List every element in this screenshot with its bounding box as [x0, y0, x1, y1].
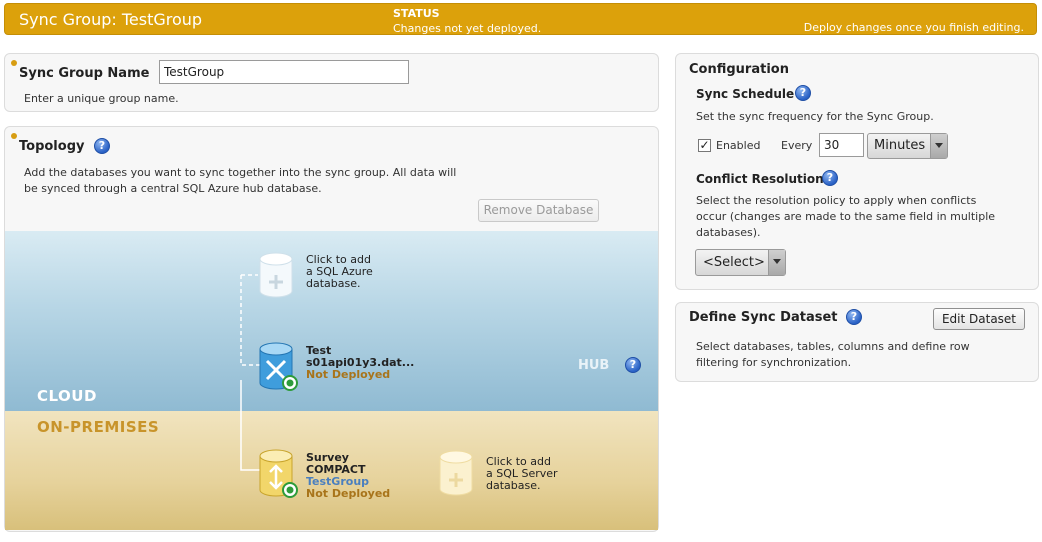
- chevron-down-icon: [768, 250, 785, 275]
- hub-database-status: Not Deployed: [306, 368, 391, 381]
- topology-description: Add the databases you want to sync toget…: [24, 165, 474, 197]
- sync-dataset-panel: Define Sync Dataset ? Edit Dataset Selec…: [675, 302, 1039, 382]
- group-name-label: Sync Group Name: [19, 66, 150, 81]
- conflict-desc-line: databases).: [696, 226, 761, 239]
- topology-description-line: be synced through a central SQL Azure hu…: [24, 182, 322, 195]
- frequency-unit-select[interactable]: Minutes: [867, 133, 948, 159]
- sync-schedule-desc: Set the sync frequency for the Sync Grou…: [696, 110, 934, 123]
- hub-label: HUB: [578, 358, 610, 373]
- add-sqlserver-label: Click to add a SQL Server database.: [486, 456, 558, 492]
- enabled-label: Enabled: [716, 139, 761, 152]
- edit-dataset-button[interactable]: Edit Dataset: [933, 308, 1025, 330]
- sync-schedule-title: Sync Schedule: [696, 87, 795, 101]
- chevron-down-icon: [930, 134, 947, 158]
- add-azure-database[interactable]: [258, 251, 294, 303]
- every-label: Every: [781, 139, 813, 152]
- schedule-help-icon[interactable]: ?: [795, 85, 811, 101]
- add-sqlserver-database[interactable]: [438, 449, 474, 501]
- every-value-input[interactable]: [819, 133, 864, 157]
- conflict-desc-line: Select the resolution policy to apply wh…: [696, 194, 977, 207]
- sync-dataset-title: Define Sync Dataset: [689, 310, 838, 325]
- conflict-resolution-select[interactable]: <Select>: [695, 249, 786, 276]
- conflict-desc-line: occur (changes are made to the same fiel…: [696, 210, 996, 223]
- remove-database-button[interactable]: Remove Database: [478, 199, 599, 222]
- status-hint: Deploy changes once you finish editing.: [803, 21, 1024, 34]
- status-label: STATUS: [393, 7, 440, 20]
- add-azure-label: Click to add a SQL Azure database.: [306, 254, 373, 290]
- hub-help-icon[interactable]: ?: [625, 357, 641, 373]
- member-database-status: Not Deployed: [306, 487, 391, 500]
- add-database-icon: [259, 252, 293, 298]
- topology-help-icon[interactable]: ?: [94, 138, 110, 154]
- hub-database-label: Test s01api01y3.dat... Not Deployed: [306, 345, 414, 381]
- frequency-unit-value: Minutes: [874, 138, 926, 153]
- enabled-checkbox[interactable]: ✓: [698, 139, 711, 152]
- topology-description-line: Add the databases you want to sync toget…: [24, 166, 457, 179]
- add-database-icon: [439, 450, 473, 496]
- sync-dataset-desc-line: filtering for synchronization.: [696, 356, 852, 369]
- configuration-panel: Configuration Sync Schedule ? Set the sy…: [675, 53, 1039, 290]
- member-database[interactable]: [258, 448, 298, 504]
- section-bullet-icon: [11, 60, 17, 66]
- member-database-icon: [259, 449, 298, 498]
- add-sqlserver-label-line: database.: [486, 479, 541, 492]
- add-azure-label-line: database.: [306, 277, 361, 290]
- conflict-resolution-title: Conflict Resolution: [696, 172, 824, 186]
- status-text: Changes not yet deployed.: [393, 22, 542, 35]
- conflict-resolution-value: <Select>: [703, 255, 765, 270]
- member-database-label: Survey COMPACT TestGroup Not Deployed: [306, 452, 390, 500]
- page-title: Sync Group: TestGroup: [19, 10, 203, 29]
- cloud-label: CLOUD: [37, 387, 97, 405]
- group-name-hint: Enter a unique group name.: [24, 92, 179, 105]
- dataset-help-icon[interactable]: ?: [846, 309, 862, 325]
- onprem-label: ON-PREMISES: [37, 418, 160, 436]
- conflict-resolution-desc: Select the resolution policy to apply wh…: [696, 193, 995, 241]
- topology-title: Topology: [19, 139, 85, 154]
- sync-dataset-desc: Select databases, tables, columns and de…: [696, 339, 970, 371]
- sync-dataset-desc-line: Select databases, tables, columns and de…: [696, 340, 970, 353]
- group-name-panel: Sync Group Name Enter a unique group nam…: [4, 53, 659, 112]
- hub-database[interactable]: [258, 341, 298, 397]
- hub-database-icon: [259, 342, 298, 391]
- section-bullet-icon: [11, 133, 17, 139]
- group-name-input[interactable]: [159, 60, 409, 84]
- configuration-title: Configuration: [689, 62, 789, 77]
- page-header: Sync Group: TestGroup STATUS Changes not…: [4, 3, 1037, 35]
- conflict-help-icon[interactable]: ?: [822, 170, 838, 186]
